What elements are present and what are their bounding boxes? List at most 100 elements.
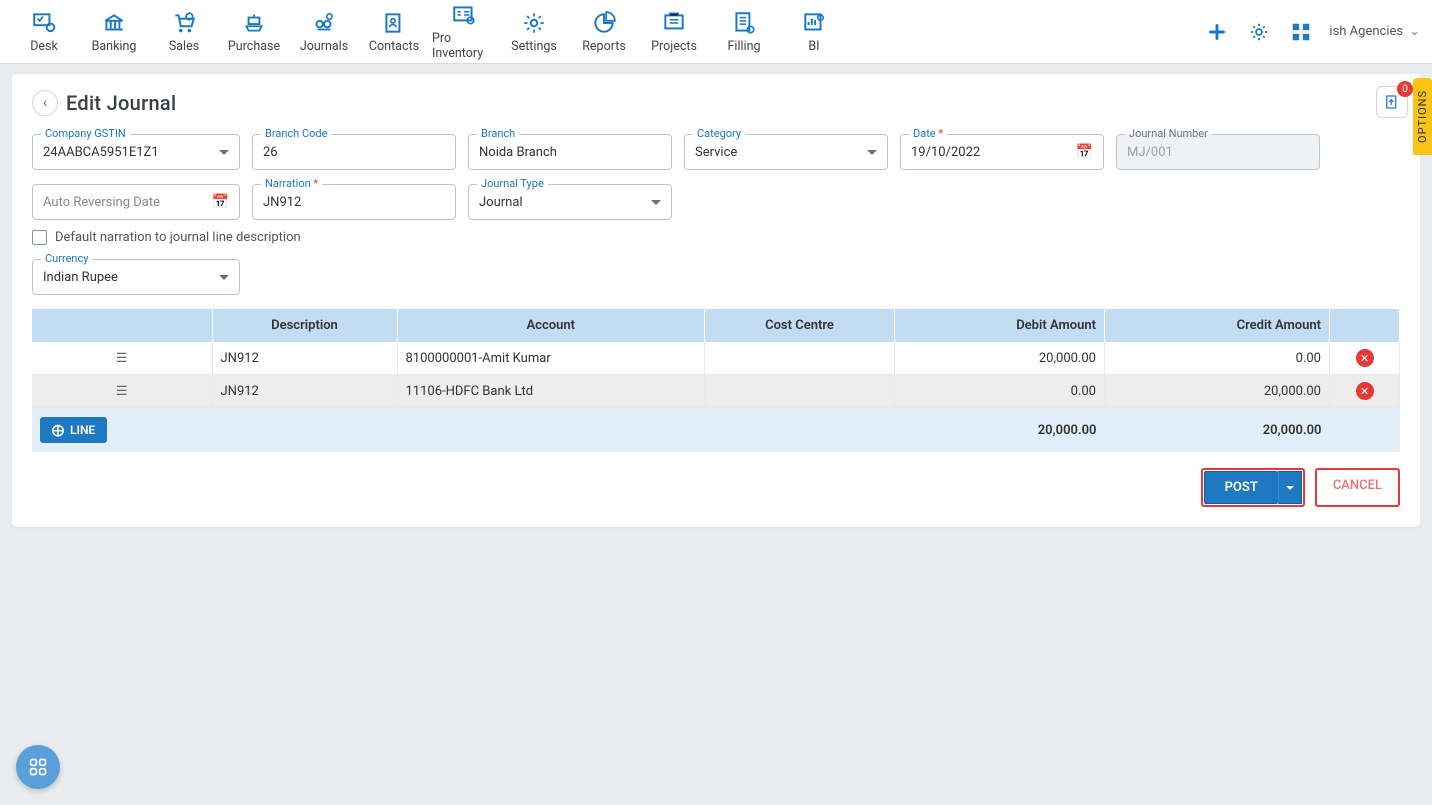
- field-value: JN912: [263, 195, 445, 210]
- nav-label: Contacts: [369, 39, 419, 54]
- field-value: 26: [263, 145, 445, 160]
- col-credit: Credit Amount: [1105, 309, 1330, 342]
- gear-icon[interactable]: [1245, 18, 1273, 46]
- edit-journal-card: ‹ Edit Journal 0 Company GSTIN 24AABCA59…: [12, 74, 1420, 527]
- field-value: Journal: [479, 195, 651, 210]
- sales-icon: [171, 10, 197, 36]
- chevron-down-icon: [1286, 486, 1294, 490]
- filling-icon: [731, 10, 757, 36]
- journal-type-dropdown[interactable]: Journal Type Journal: [468, 184, 672, 220]
- field-label: Company GSTIN: [41, 127, 130, 140]
- field-value: MJ/001: [1127, 145, 1309, 160]
- company-dropdown[interactable]: ish Agencies ⌄: [1329, 24, 1420, 39]
- nav-contacts[interactable]: Contacts: [362, 2, 426, 61]
- add-icon[interactable]: [1203, 18, 1231, 46]
- field-label: Currency: [41, 252, 92, 265]
- nav-reports[interactable]: Reports: [572, 2, 636, 61]
- cell-debit: 20,000.00: [895, 342, 1105, 375]
- branch-code-input[interactable]: Branch Code 26: [252, 134, 456, 170]
- chevron-down-icon: [867, 150, 877, 155]
- chevron-left-icon: ‹: [43, 95, 47, 111]
- checkbox-icon: [32, 230, 47, 245]
- nav-label: Filling: [728, 39, 761, 54]
- chevron-down-icon: [651, 200, 661, 205]
- checkbox-label: Default narration to journal line descri…: [55, 230, 301, 245]
- field-value: Noida Branch: [479, 145, 661, 160]
- back-button[interactable]: ‹: [32, 90, 58, 116]
- nav-desk[interactable]: Desk: [12, 2, 76, 61]
- chevron-down-icon: ⌄: [1409, 24, 1420, 39]
- nav-label: Banking: [92, 39, 137, 54]
- settings-icon: [521, 10, 547, 36]
- cell-credit: 0.00: [1105, 342, 1330, 375]
- journal-lines-table: Description Account Cost Centre Debit Am…: [32, 309, 1400, 452]
- upload-icon: [1383, 93, 1401, 111]
- date-input[interactable]: Date * 19/10/2022 📅: [900, 134, 1104, 170]
- nav-pro-inventory[interactable]: Pro Inventory: [432, 2, 496, 61]
- company-name: ish Agencies: [1329, 24, 1403, 39]
- top-navigation: Desk Banking Sales Purchase Journals: [0, 0, 1432, 64]
- cell-cost-centre: [705, 342, 895, 375]
- desk-icon: [31, 10, 57, 36]
- auto-reversing-date-input[interactable]: Auto Reversing Date 📅: [32, 184, 240, 220]
- grid-icon: [28, 757, 48, 777]
- nav-projects[interactable]: Projects: [642, 2, 706, 61]
- nav-label: Desk: [30, 39, 58, 54]
- cancel-button[interactable]: CANCEL: [1315, 468, 1400, 507]
- nav-label: Sales: [169, 39, 199, 54]
- apps-icon[interactable]: [1287, 18, 1315, 46]
- field-label: Branch Code: [261, 127, 331, 140]
- company-gstin-dropdown[interactable]: Company GSTIN 24AABCA5951E1Z1: [32, 134, 240, 170]
- reports-icon: [591, 10, 617, 36]
- plus-icon: ⨁: [52, 423, 64, 437]
- purchase-icon: [241, 10, 267, 36]
- app-launcher-fab[interactable]: [16, 745, 60, 789]
- cell-account: 11106-HDFC Bank Ltd: [397, 375, 705, 408]
- currency-dropdown[interactable]: Currency Indian Rupee: [32, 259, 240, 295]
- post-split-button[interactable]: [1278, 471, 1302, 504]
- journal-icon: [311, 10, 337, 36]
- category-dropdown[interactable]: Category Service: [684, 134, 888, 170]
- col-description: Description: [212, 309, 397, 342]
- default-narration-checkbox[interactable]: Default narration to journal line descri…: [32, 230, 1400, 245]
- nav-sales[interactable]: Sales: [152, 2, 216, 61]
- cell-description: JN912: [212, 342, 397, 375]
- drag-handle-icon[interactable]: ☰: [116, 351, 128, 366]
- branch-input[interactable]: Branch Noida Branch: [468, 134, 672, 170]
- nav-label: Pro Inventory: [432, 31, 496, 61]
- nav-label: Journals: [300, 39, 348, 54]
- table-row[interactable]: ☰ JN912 8100000001-Amit Kumar 20,000.00 …: [32, 342, 1400, 375]
- post-button-group: POST: [1201, 468, 1305, 507]
- add-line-button[interactable]: ⨁ LINE: [40, 417, 107, 443]
- field-placeholder: Auto Reversing Date: [43, 195, 212, 210]
- delete-row-button[interactable]: ✕: [1356, 382, 1374, 400]
- bank-icon: [101, 10, 127, 36]
- narration-input[interactable]: Narration * JN912: [252, 184, 456, 220]
- nav-banking[interactable]: Banking: [82, 2, 146, 61]
- field-label: Branch: [477, 127, 519, 140]
- field-value: 24AABCA5951E1Z1: [43, 145, 219, 160]
- calendar-icon: 📅: [1076, 144, 1093, 160]
- field-label: Narration *: [261, 177, 322, 190]
- field-label: Date *: [909, 127, 947, 140]
- contacts-icon: [381, 10, 407, 36]
- nav-bi[interactable]: BI: [782, 2, 846, 61]
- field-label: Journal Type: [477, 177, 548, 190]
- options-tab[interactable]: OPTIONS: [1413, 78, 1432, 155]
- drag-handle-icon[interactable]: ☰: [116, 384, 128, 399]
- cell-cost-centre: [705, 375, 895, 408]
- nav-purchase[interactable]: Purchase: [222, 2, 286, 61]
- delete-row-button[interactable]: ✕: [1356, 349, 1374, 367]
- post-button[interactable]: POST: [1204, 471, 1278, 504]
- field-label: Category: [693, 127, 745, 140]
- cell-description: JN912: [212, 375, 397, 408]
- nav-journals[interactable]: Journals: [292, 2, 356, 61]
- nav-settings[interactable]: Settings: [502, 2, 566, 61]
- table-row[interactable]: ☰ JN912 11106-HDFC Bank Ltd 0.00 20,000.…: [32, 375, 1400, 408]
- nav-label: Reports: [582, 39, 626, 54]
- attach-button[interactable]: 0: [1376, 86, 1408, 118]
- nav-label: Projects: [651, 39, 697, 54]
- nav-filling[interactable]: Filling: [712, 2, 776, 61]
- field-value: 19/10/2022: [911, 145, 1076, 160]
- nav-label: Purchase: [228, 39, 280, 54]
